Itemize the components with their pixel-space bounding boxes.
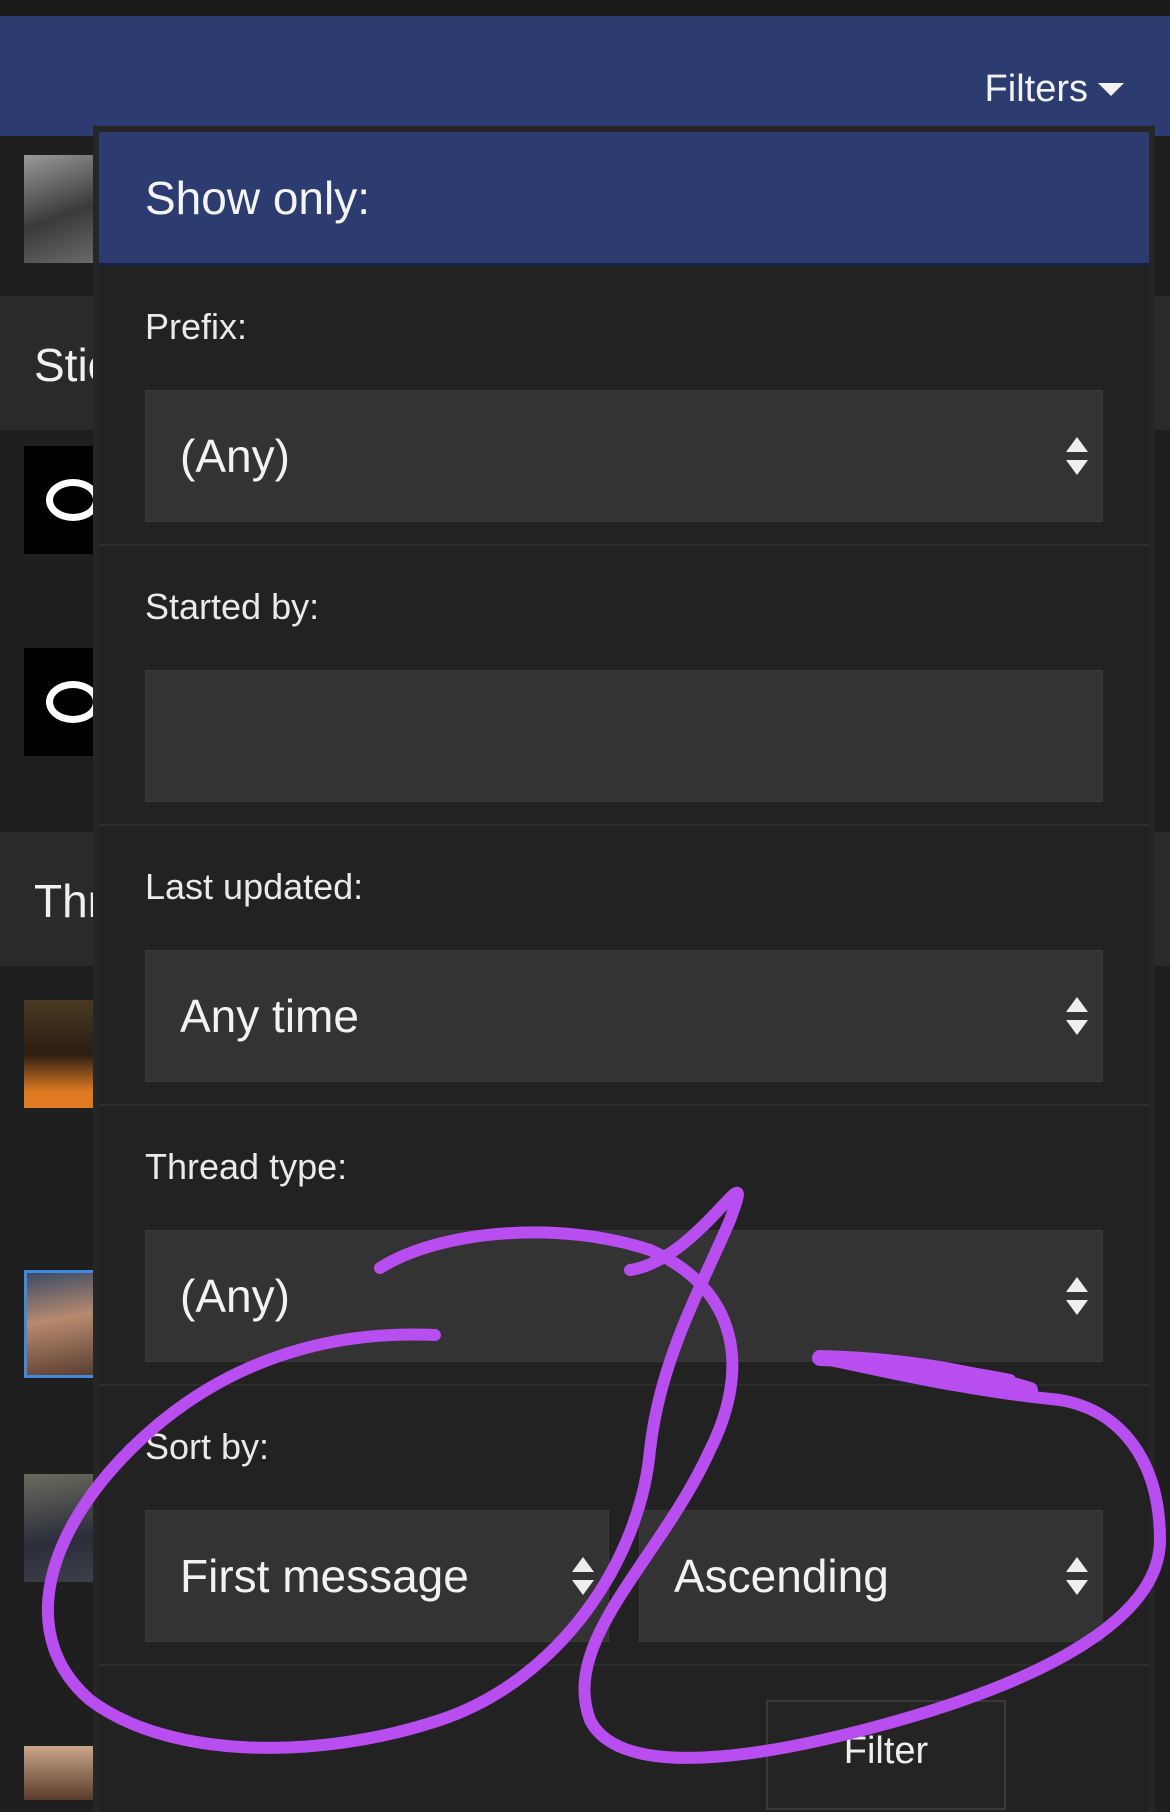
filter-button[interactable]: Filter: [766, 1700, 1006, 1810]
select-arrows-icon: [1066, 437, 1088, 475]
select-arrows-icon: [1066, 1557, 1088, 1595]
avatar[interactable]: [24, 446, 100, 554]
avatar[interactable]: [24, 1746, 100, 1800]
avatar[interactable]: [24, 1270, 100, 1378]
started-by-input[interactable]: [145, 670, 1103, 802]
thread-type-section: Thread type: (Any): [99, 1106, 1149, 1386]
menu-caret-icon: [1036, 108, 1072, 128]
prefix-value: (Any): [180, 430, 290, 482]
panel-title: Show only:: [99, 132, 1149, 266]
avatar[interactable]: [24, 1000, 100, 1108]
sort-direction-select[interactable]: Ascending: [639, 1510, 1103, 1642]
select-arrows-icon: [572, 1557, 594, 1595]
avatar[interactable]: [24, 648, 100, 756]
prefix-label: Prefix:: [145, 306, 248, 347]
sort-by-section: Sort by: First message Ascending: [99, 1386, 1149, 1666]
thread-type-select[interactable]: (Any): [145, 1230, 1103, 1362]
status-strip: [0, 0, 1170, 16]
filters-dropdown-panel: Show only: Prefix: (Any) Started by: Las…: [99, 132, 1149, 1812]
avatar[interactable]: [24, 155, 100, 263]
top-navbar: Filters: [0, 16, 1170, 136]
thread-type-label: Thread type:: [145, 1146, 348, 1187]
thread-type-value: (Any): [180, 1270, 290, 1322]
prefix-section: Prefix: (Any): [99, 266, 1149, 546]
prefix-select[interactable]: (Any): [145, 390, 1103, 522]
sort-by-label: Sort by:: [145, 1426, 270, 1467]
started-by-label: Started by:: [145, 586, 320, 627]
logo-icon: [46, 681, 100, 723]
last-updated-value: Any time: [180, 990, 359, 1042]
last-updated-select[interactable]: Any time: [145, 950, 1103, 1082]
select-arrows-icon: [1066, 1277, 1088, 1315]
last-updated-section: Last updated: Any time: [99, 826, 1149, 1106]
last-updated-label: Last updated:: [145, 866, 364, 907]
sort-field-select[interactable]: First message: [145, 1510, 609, 1642]
sort-direction-value: Ascending: [674, 1550, 889, 1602]
started-by-section: Started by:: [99, 546, 1149, 826]
sort-field-value: First message: [180, 1550, 469, 1602]
filters-label: Filters: [984, 68, 1088, 110]
avatar[interactable]: [24, 1474, 100, 1582]
select-arrows-icon: [1066, 997, 1088, 1035]
logo-icon: [46, 479, 100, 521]
caret-down-icon: [1098, 83, 1124, 96]
filters-menu-button[interactable]: Filters: [985, 68, 1124, 111]
